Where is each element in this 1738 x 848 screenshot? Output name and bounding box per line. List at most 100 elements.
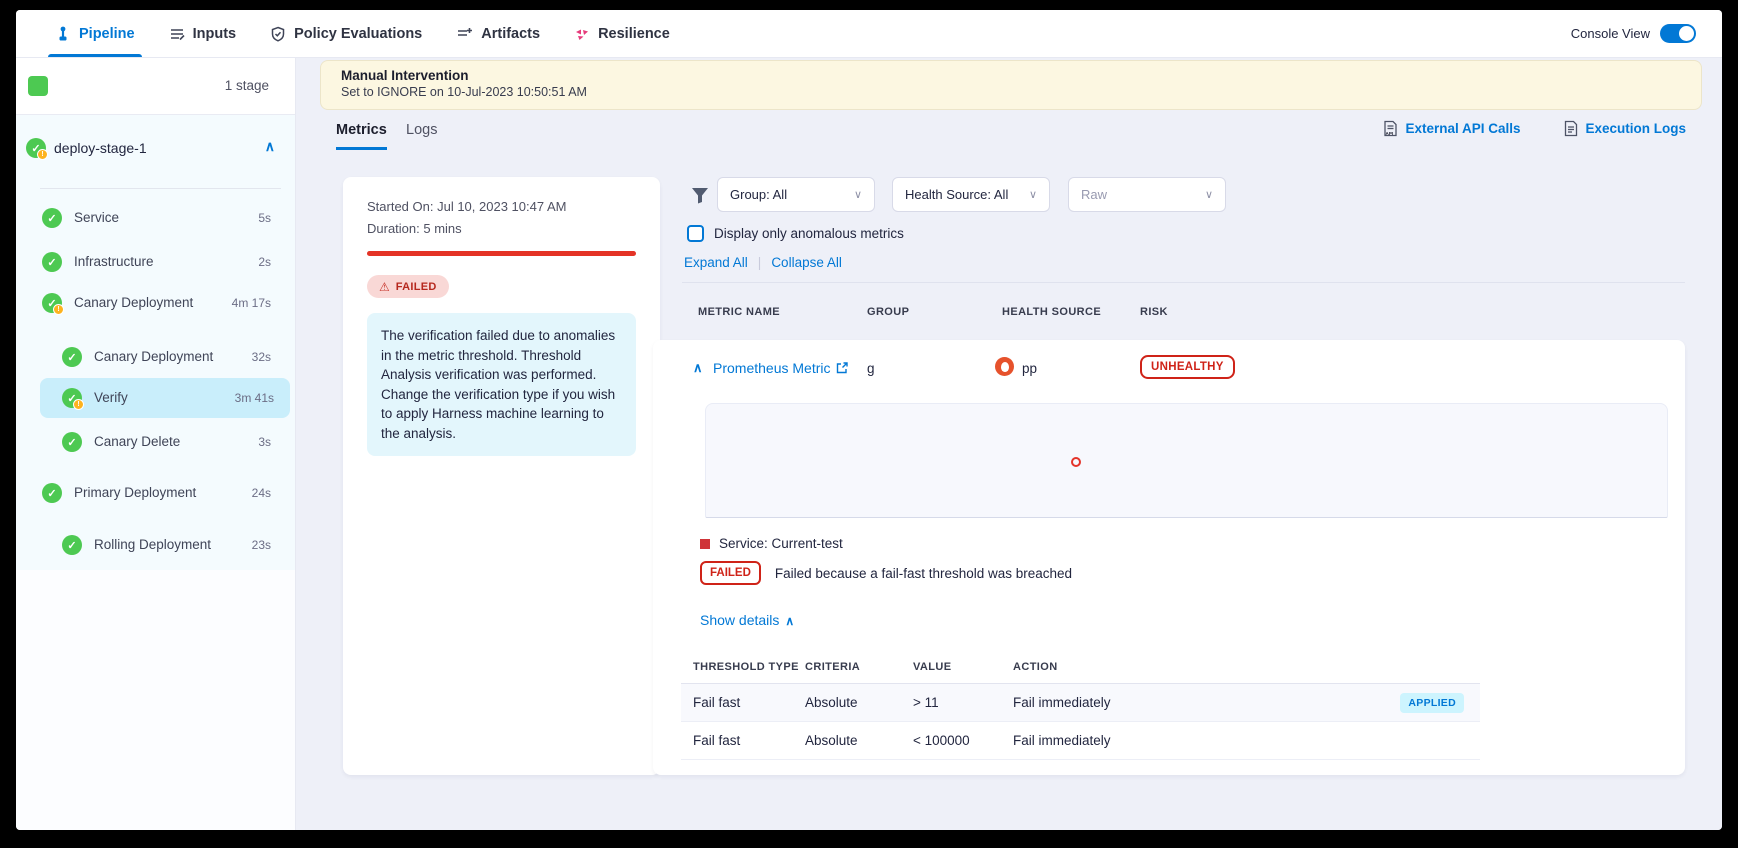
warning-badge-icon: !	[73, 399, 84, 410]
metric-group-value: g	[867, 361, 875, 376]
column-header-value: VALUE	[913, 661, 1013, 673]
sidebar-step-canary-deployment[interactable]: ✓!Canary Deployment4m 17s	[16, 283, 295, 323]
group-filter-dropdown[interactable]: Group: All∨	[717, 177, 875, 212]
threshold-type-cell: Fail fast	[693, 695, 805, 710]
divider: |	[758, 255, 762, 270]
duration-text: Duration: 5 mins	[367, 221, 462, 236]
step-duration: 32s	[252, 350, 271, 364]
criteria-cell: Absolute	[805, 733, 913, 748]
verification-summary-card: Started On: Jul 10, 2023 10:47 AM Durati…	[343, 177, 660, 775]
started-on-text: Started On: Jul 10, 2023 10:47 AM	[367, 199, 566, 214]
column-header-criteria: CRITERIA	[805, 661, 913, 673]
status-success-icon: ✓!	[62, 432, 82, 452]
console-view-toggle[interactable]	[1660, 24, 1696, 43]
step-label: Canary Delete	[94, 434, 180, 449]
link-label: External API Calls	[1405, 121, 1520, 136]
step-duration: 2s	[258, 255, 271, 269]
artifacts-icon	[456, 26, 473, 42]
console-view-label: Console View	[1571, 26, 1650, 41]
sidebar-step-service[interactable]: ✓!Service5s	[16, 198, 295, 238]
threshold-row: Fail fastAbsolute> 11Fail immediatelyAPP…	[681, 684, 1480, 722]
metric-name-link[interactable]: Prometheus Metric	[713, 360, 848, 376]
threshold-table-header: THRESHOLD TYPE CRITERIA VALUE ACTION	[681, 650, 1480, 684]
expand-all-link[interactable]: Expand All	[684, 255, 748, 270]
dropdown-value: Group: All	[730, 187, 787, 202]
legend-marker	[700, 539, 710, 549]
shield-check-icon	[270, 26, 286, 42]
tab-label: Pipeline	[79, 26, 135, 42]
anomalous-metrics-checkbox[interactable]	[687, 225, 704, 242]
status-success-icon: ✓!	[42, 252, 62, 272]
failed-progress-bar	[367, 251, 636, 256]
dropdown-placeholder: Raw	[1081, 187, 1107, 202]
header-links: API External API Calls Execution Logs	[1383, 120, 1686, 137]
metric-chart	[705, 403, 1668, 518]
screenshot-frame: Pipeline Inputs Policy Evaluations	[0, 0, 1738, 848]
column-header-action: ACTION	[1013, 661, 1480, 673]
status-success-icon: ✓!	[62, 347, 82, 367]
external-api-calls-link[interactable]: API External API Calls	[1383, 120, 1520, 137]
column-header-threshold-type: THRESHOLD TYPE	[693, 661, 805, 673]
warning-triangle-icon: ⚠	[379, 280, 390, 294]
top-navigation: Pipeline Inputs Policy Evaluations	[16, 10, 1722, 58]
status-success-icon: ✓!	[62, 535, 82, 555]
tab-resilience[interactable]: Resilience	[557, 10, 687, 57]
show-details-link[interactable]: Show details∧	[700, 612, 794, 628]
collapse-all-link[interactable]: Collapse All	[771, 255, 842, 270]
step-duration: 3m 41s	[235, 391, 274, 405]
tab-artifacts[interactable]: Artifacts	[439, 10, 557, 57]
svg-text:API: API	[1386, 131, 1394, 136]
action-cell: Fail immediately	[1013, 733, 1480, 748]
column-header-metric-name: METRIC NAME	[698, 306, 780, 318]
tab-metrics[interactable]: Metrics	[336, 122, 387, 150]
sidebar-step-infrastructure[interactable]: ✓!Infrastructure2s	[16, 242, 295, 282]
failure-reason-text: Failed because a fail-fast threshold was…	[775, 566, 1072, 581]
anomalous-data-point[interactable]	[1071, 457, 1081, 467]
status-label: FAILED	[396, 281, 437, 293]
document-icon	[1564, 120, 1578, 137]
checkbox-label: Display only anomalous metrics	[714, 226, 904, 241]
sidebar-step-primary-deployment[interactable]: ✓!Primary Deployment24s	[16, 473, 295, 513]
show-details-label: Show details	[700, 612, 779, 628]
legend-label: Service: Current-test	[719, 536, 843, 551]
tab-label: Artifacts	[481, 26, 540, 42]
panel-divider	[682, 282, 1685, 283]
chevron-up-icon[interactable]: ∧	[265, 138, 275, 155]
sidebar-step-verify[interactable]: ✓!Verify3m 41s	[40, 378, 290, 418]
nav-tabs: Pipeline Inputs Policy Evaluations	[16, 10, 687, 57]
tab-label: Inputs	[193, 26, 237, 42]
execution-logs-link[interactable]: Execution Logs	[1564, 120, 1686, 137]
column-header-risk: RISK	[1140, 306, 1168, 318]
stage-name: deploy-stage-1	[54, 140, 147, 156]
collapse-row-chevron-up-icon[interactable]: ∧	[693, 360, 703, 376]
inputs-icon	[169, 26, 185, 42]
metric-row: ∧ Prometheus Metric g pp UNHEALTHY	[653, 340, 1685, 400]
value-cell: < 100000	[913, 733, 1013, 748]
sidebar-step-rolling-deployment[interactable]: ✓!Rolling Deployment23s	[16, 525, 295, 565]
raw-filter-dropdown[interactable]: Raw∨	[1068, 177, 1226, 212]
health-source-filter-dropdown[interactable]: Health Source: All∨	[892, 177, 1050, 212]
tab-label: Policy Evaluations	[294, 26, 422, 42]
manual-intervention-banner: Manual Intervention Set to IGNORE on 10-…	[320, 60, 1702, 110]
sidebar-step-canary-deployment[interactable]: ✓!Canary Deployment32s	[16, 337, 295, 377]
resilience-chaos-icon	[574, 26, 590, 42]
stage-status-square-icon	[28, 76, 48, 96]
step-duration: 5s	[258, 211, 271, 225]
console-view-control: Console View	[1571, 24, 1722, 43]
flame-glyph	[1001, 362, 1009, 372]
step-duration: 24s	[252, 486, 271, 500]
tab-policy-evaluations[interactable]: Policy Evaluations	[253, 10, 439, 57]
warning-badge-icon: !	[53, 304, 64, 315]
filter-funnel-icon[interactable]	[690, 186, 710, 205]
sidebar-step-canary-delete[interactable]: ✓!Canary Delete3s	[16, 422, 295, 462]
threshold-rows: Fail fastAbsolute> 11Fail immediatelyAPP…	[681, 684, 1480, 760]
step-label: Verify	[94, 390, 128, 405]
tab-inputs[interactable]: Inputs	[152, 10, 254, 57]
stage-group-deploy-stage-1[interactable]: ✓! deploy-stage-1 ∧	[16, 125, 295, 171]
failed-status-badge: ⚠ FAILED	[367, 275, 449, 298]
applied-badge: APPLIED	[1400, 693, 1464, 713]
tab-pipeline[interactable]: Pipeline	[38, 10, 152, 57]
step-duration: 23s	[252, 538, 271, 552]
health-source-value: pp	[1022, 361, 1037, 376]
tab-logs[interactable]: Logs	[406, 122, 437, 150]
